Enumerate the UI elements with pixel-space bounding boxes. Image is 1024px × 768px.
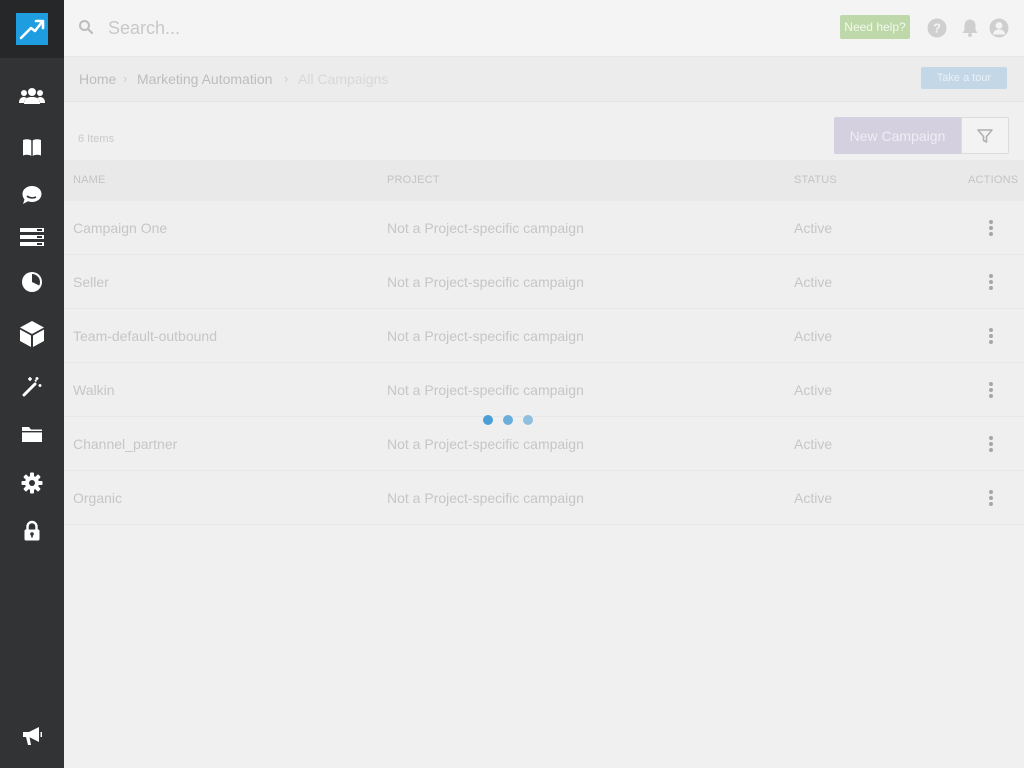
campaign-project: Not a Project-specific campaign [387, 382, 584, 398]
list-icon [20, 228, 44, 246]
table-row[interactable]: Campaign One Not a Project-specific camp… [64, 201, 1024, 255]
item-count: 6 Items [78, 133, 115, 145]
loader-dot [483, 415, 493, 425]
new-campaign-button[interactable]: New Campaign [834, 117, 961, 154]
sidebar-item-security[interactable] [0, 509, 64, 553]
logo-icon [16, 13, 48, 45]
chat-icon [22, 186, 42, 204]
more-actions-icon[interactable] [985, 272, 997, 292]
sidebar-item-chat[interactable] [0, 173, 64, 217]
take-tour-button[interactable]: Take a tour [921, 67, 1007, 89]
table-row[interactable]: Seller Not a Project-specific campaign A… [64, 255, 1024, 309]
more-actions-icon[interactable] [985, 488, 997, 508]
table-row[interactable]: Organic Not a Project-specific campaign … [64, 471, 1024, 525]
campaigns-table: NAME PROJECT STATUS ACTIONS Campaign One… [64, 160, 1024, 525]
campaign-status: Active [794, 328, 833, 344]
campaign-name[interactable]: Walkin [73, 382, 115, 398]
gear-icon [21, 472, 43, 494]
campaign-name[interactable]: Seller [73, 274, 109, 290]
table-row[interactable]: Channel_partner Not a Project-specific c… [64, 417, 1024, 471]
breadcrumb-current: All Campaigns [298, 71, 389, 87]
campaign-project: Not a Project-specific campaign [387, 220, 584, 236]
campaign-project: Not a Project-specific campaign [387, 490, 584, 506]
magic-wand-icon [22, 377, 42, 397]
book-icon [23, 139, 41, 156]
campaign-project: Not a Project-specific campaign [387, 436, 584, 452]
breadcrumb-separator: › [284, 71, 289, 86]
more-actions-icon[interactable] [985, 326, 997, 346]
campaign-project: Not a Project-specific campaign [387, 328, 584, 344]
filter-icon [977, 128, 993, 143]
campaign-name[interactable]: Team-default-outbound [73, 328, 217, 344]
campaign-status: Active [794, 436, 833, 452]
column-header-status[interactable]: STATUS [794, 174, 837, 186]
campaign-status: Active [794, 274, 833, 290]
campaign-name[interactable]: Channel_partner [73, 436, 177, 452]
more-actions-icon[interactable] [985, 434, 997, 454]
megaphone-icon [23, 727, 42, 745]
breadcrumb-bar: Home › Marketing Automation › All Campai… [64, 57, 1024, 102]
loader-dot [503, 415, 513, 425]
loading-spinner [483, 415, 535, 425]
svg-text:?: ? [933, 21, 941, 36]
column-header-name[interactable]: NAME [73, 174, 106, 186]
campaign-name[interactable]: Campaign One [73, 220, 167, 236]
column-header-actions: ACTIONS [968, 174, 1019, 186]
sidebar-item-automation[interactable] [0, 364, 64, 408]
campaign-name[interactable]: Organic [73, 490, 122, 506]
table-row[interactable]: Team-default-outbound Not a Project-spec… [64, 309, 1024, 363]
filter-button[interactable] [961, 117, 1009, 154]
more-actions-icon[interactable] [985, 380, 997, 400]
sidebar-item-reports[interactable] [0, 260, 64, 304]
users-icon [19, 88, 45, 104]
user-avatar-icon[interactable] [988, 17, 1010, 39]
sidebar-item-products[interactable] [0, 312, 64, 356]
breadcrumb-marketing-automation[interactable]: Marketing Automation [137, 71, 272, 87]
breadcrumb-separator: › [123, 71, 128, 86]
campaign-status: Active [794, 490, 833, 506]
breadcrumb-home[interactable]: Home [79, 71, 116, 87]
search-input[interactable] [108, 12, 668, 44]
need-help-button[interactable]: Need help? [840, 15, 910, 39]
pie-chart-icon [22, 272, 42, 292]
sidebar-item-users[interactable] [0, 74, 64, 118]
campaign-project: Not a Project-specific campaign [387, 274, 584, 290]
search-icon[interactable] [78, 19, 96, 37]
top-header: Need help? ? [64, 0, 1024, 57]
sidebar-item-settings[interactable] [0, 461, 64, 505]
campaign-status: Active [794, 382, 833, 398]
campaign-status: Active [794, 220, 833, 236]
sidebar [0, 0, 64, 768]
cube-icon [20, 321, 44, 347]
loader-dot [523, 415, 533, 425]
sidebar-item-announcements[interactable] [0, 714, 64, 758]
sidebar-item-list[interactable] [0, 215, 64, 259]
sidebar-item-book[interactable] [0, 125, 64, 169]
bell-icon[interactable] [959, 17, 981, 39]
column-header-project[interactable]: PROJECT [387, 174, 440, 186]
folder-icon [22, 427, 42, 442]
table-header: NAME PROJECT STATUS ACTIONS [64, 160, 1024, 201]
logo-container[interactable] [0, 0, 64, 58]
more-actions-icon[interactable] [985, 218, 997, 238]
lock-icon [24, 520, 40, 541]
sidebar-item-files[interactable] [0, 412, 64, 456]
help-icon[interactable]: ? [926, 17, 948, 39]
table-row[interactable]: Walkin Not a Project-specific campaign A… [64, 363, 1024, 417]
